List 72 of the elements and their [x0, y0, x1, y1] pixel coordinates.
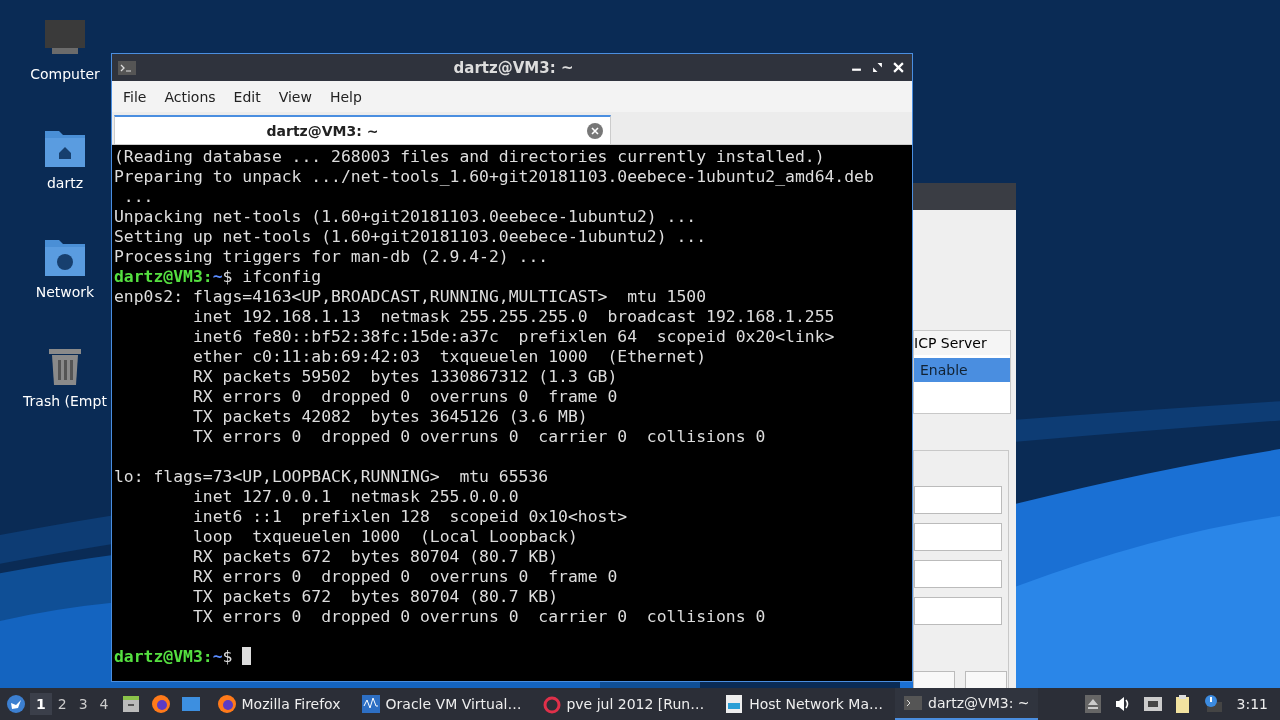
window-title: dartz@VM3: ~ — [452, 58, 575, 77]
terminal-tab[interactable]: dartz@VM3: ~ — [114, 115, 611, 144]
input-field[interactable] — [914, 597, 1002, 625]
input-field[interactable] — [914, 560, 1002, 588]
menu-item[interactable]: Edit — [224, 88, 270, 105]
workspace-button[interactable]: 1 — [30, 693, 52, 715]
terminal-output: ether c0:11:ab:69:42:03 txqueuelen 1000 (Ethernet) — [191, 347, 708, 367]
terminal-icon — [903, 693, 924, 713]
terminal-output: TX packets 672 bytes 80704 (80.7 KB) — [191, 587, 560, 607]
monitor-graph-icon — [360, 694, 381, 714]
taskbar-task[interactable]: dartz@VM3: ~ — [895, 688, 1038, 720]
terminal-output: TX errors 0 dropped 0 overruns 0 carrier 0 collisions 0 — [191, 427, 767, 447]
terminal-output: TX packets 42082 bytes 3645126 (3.6 MB) — [191, 407, 589, 427]
terminal-output: RX packets 672 bytes 80704 (80.7 KB) — [191, 547, 560, 567]
terminal-output: inet 127.0.0.1 netmask 255.0.0.0 — [191, 487, 520, 507]
prompt-path: ~ — [212, 267, 223, 286]
terminal-output: (Reading database ... 268003 files and directories currently installed.) — [114, 147, 826, 167]
terminal-output: RX packets 59502 bytes 1330867312 (1.3 GB) — [191, 367, 619, 387]
desktop-icon-label[interactable]: Trash (Empt — [23, 393, 107, 409]
terminal-output: inet6 fe80::bf52:38fc:15de:a37c prefixlen 64 scopeid 0x20<link> — [191, 327, 836, 347]
terminal-output: ... — [122, 187, 155, 207]
ring-icon — [541, 694, 562, 714]
prompt-symbol: $ — [222, 647, 233, 666]
terminal-icon — [118, 60, 136, 75]
workspace-button[interactable]: 3 — [72, 693, 94, 715]
network-port-icon[interactable] — [1142, 694, 1163, 714]
prompt-host: dartz@VM3: — [114, 267, 213, 286]
input-field[interactable] — [914, 523, 1002, 551]
terminal-output: Setting up net-tools (1.60+git20181103.0eebece-1ubuntu2) ... — [114, 227, 708, 247]
menu-item[interactable]: Help — [320, 88, 371, 105]
input-field[interactable] — [914, 486, 1002, 514]
terminal-output: Processing triggers for man-db (2.9.4-2) ... — [114, 247, 550, 267]
eject-icon[interactable] — [1082, 694, 1103, 714]
close-tab-icon[interactable] — [586, 121, 604, 140]
terminal-output: inet 192.168.1.13 netmask 255.255.255.0 broadcast 192.168.1.255 — [191, 307, 836, 327]
menu-item[interactable]: Actions — [155, 88, 225, 105]
terminal-output: RX errors 0 dropped 0 overruns 0 frame 0 — [191, 567, 619, 587]
close-icon[interactable] — [893, 62, 904, 73]
menu-item[interactable]: View — [269, 88, 321, 105]
desktop-icon-label[interactable]: Network — [35, 284, 95, 300]
prompt-host: dartz@VM3: — [114, 647, 213, 666]
terminal-output: inet6 ::1 prefixlen 128 scopeid 0x10<host> — [191, 507, 629, 527]
terminal-output: lo: flags=73<UP,LOOPBACK,RUNNING> mtu 65536 — [114, 467, 550, 487]
terminal-output: Unpacking net-tools (1.60+git20181103.0eebece-1ubuntu2) ... — [114, 207, 698, 227]
terminal-command: ifconfig — [242, 267, 322, 286]
terminal-output: loop txqueuelen 1000 (Local Loopback) — [191, 527, 579, 547]
clock[interactable]: 3:11 — [1236, 696, 1268, 712]
browser-icon[interactable] — [150, 694, 171, 714]
browser-icon — [216, 694, 237, 714]
terminal-output: enp0s2: flags=4163<UP,BROADCAST,RUNNING,MULTICAST> mtu 1500 — [114, 287, 708, 307]
workspace-button[interactable]: 2 — [51, 693, 73, 715]
bird-logo-icon[interactable] — [6, 694, 26, 714]
taskbar-task[interactable]: Mozilla Firefox — [208, 688, 349, 720]
network-card-icon — [724, 694, 745, 714]
notification-icon[interactable] — [1202, 694, 1223, 714]
desktop-icon-label[interactable]: Computer — [30, 66, 100, 82]
workspace-button[interactable]: 4 — [93, 693, 115, 715]
prompt-path: ~ — [212, 647, 223, 666]
list-item[interactable]: Enable — [914, 358, 1010, 382]
maximize-icon[interactable] — [872, 62, 883, 73]
desktop-icon[interactable] — [180, 694, 201, 714]
taskbar-task[interactable]: Host Network Ma… — [716, 688, 892, 720]
desktop-icon-label[interactable]: dartz — [46, 175, 84, 191]
terminal-output: Preparing to unpack .../net-tools_1.60+git20181103.0eebece-1ubuntu2_amd64.deb — [114, 167, 875, 187]
menu-item[interactable]: File — [114, 88, 156, 105]
taskbar-task[interactable]: Oracle VM Virtual… — [352, 688, 530, 720]
taskbar-task[interactable]: pve jul 2012 [Run… — [533, 688, 713, 720]
prompt-symbol: $ — [222, 267, 233, 286]
terminal-output: RX errors 0 dropped 0 overruns 0 frame 0 — [191, 387, 619, 407]
column-header: ICP Server — [914, 331, 1010, 355]
terminal-output: TX errors 0 dropped 0 overruns 0 carrier 0 collisions 0 — [191, 607, 767, 627]
file-cabinet-icon[interactable] — [120, 694, 141, 714]
